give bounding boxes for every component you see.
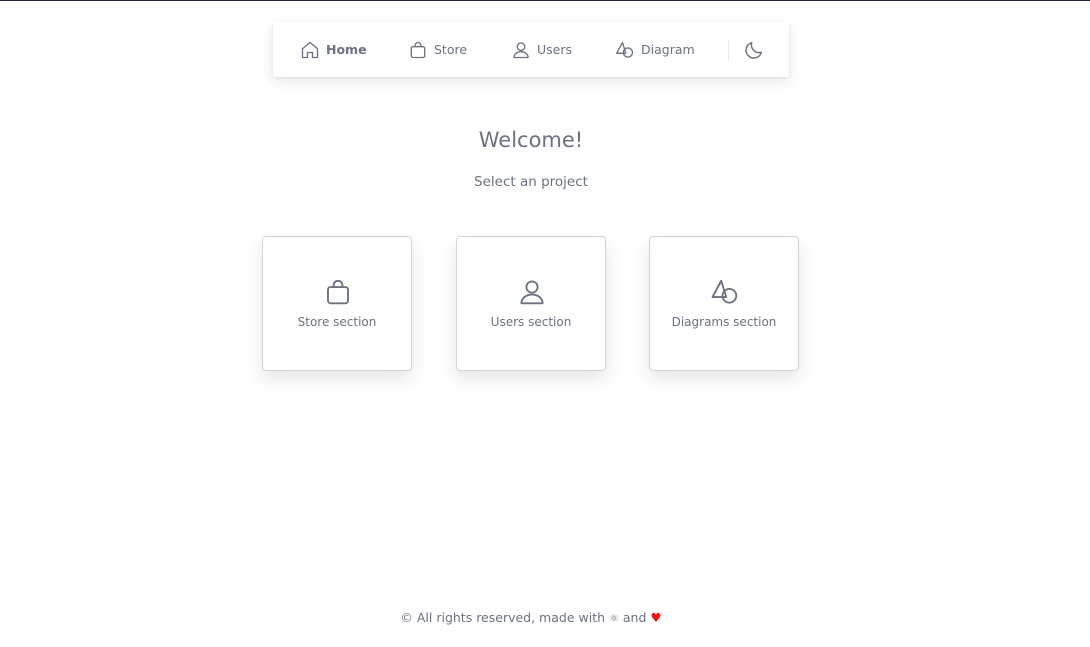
nav-item-label: Diagram	[641, 42, 695, 57]
nav-item-home[interactable]: Home	[300, 22, 367, 77]
heart-icon: ♥	[650, 610, 662, 625]
nav-item-users[interactable]: Users	[511, 22, 572, 77]
card-label: Diagrams section	[671, 315, 777, 329]
user-icon	[511, 40, 531, 60]
footer: © All rights reserved, made with ⚛ and ♥	[0, 610, 1062, 625]
moon-icon	[743, 41, 765, 65]
nav-divider	[728, 39, 729, 61]
shopping-bag-icon	[408, 40, 428, 60]
nav-item-diagram[interactable]: Diagram	[615, 22, 695, 77]
nav-item-label: Home	[326, 42, 367, 57]
page-title: Welcome!	[478, 128, 584, 152]
home-icon	[300, 40, 320, 60]
shapes-icon	[615, 40, 635, 60]
card-label: Store section	[297, 315, 377, 329]
react-icon: ⚛	[609, 612, 619, 625]
card-store-section[interactable]: Store section	[262, 236, 412, 371]
card-diagrams-section[interactable]: Diagrams section	[649, 236, 799, 371]
top-border	[0, 0, 1090, 1]
top-navbar: Home Store Users Diagram	[273, 22, 789, 77]
card-users-section[interactable]: Users section	[456, 236, 606, 371]
nav-item-label: Store	[434, 42, 468, 57]
footer-text: © All rights reserved, made with	[400, 610, 606, 625]
nav-item-label: Users	[537, 42, 573, 57]
footer-and: and	[622, 610, 647, 625]
nav-item-store[interactable]: Store	[408, 22, 467, 77]
card-label: Users section	[490, 315, 572, 329]
shopping-bag-icon	[323, 277, 353, 307]
user-icon	[517, 277, 547, 307]
shapes-icon	[710, 277, 740, 307]
page-subtitle: Select an project	[474, 174, 588, 190]
theme-toggle-button[interactable]	[743, 39, 765, 61]
